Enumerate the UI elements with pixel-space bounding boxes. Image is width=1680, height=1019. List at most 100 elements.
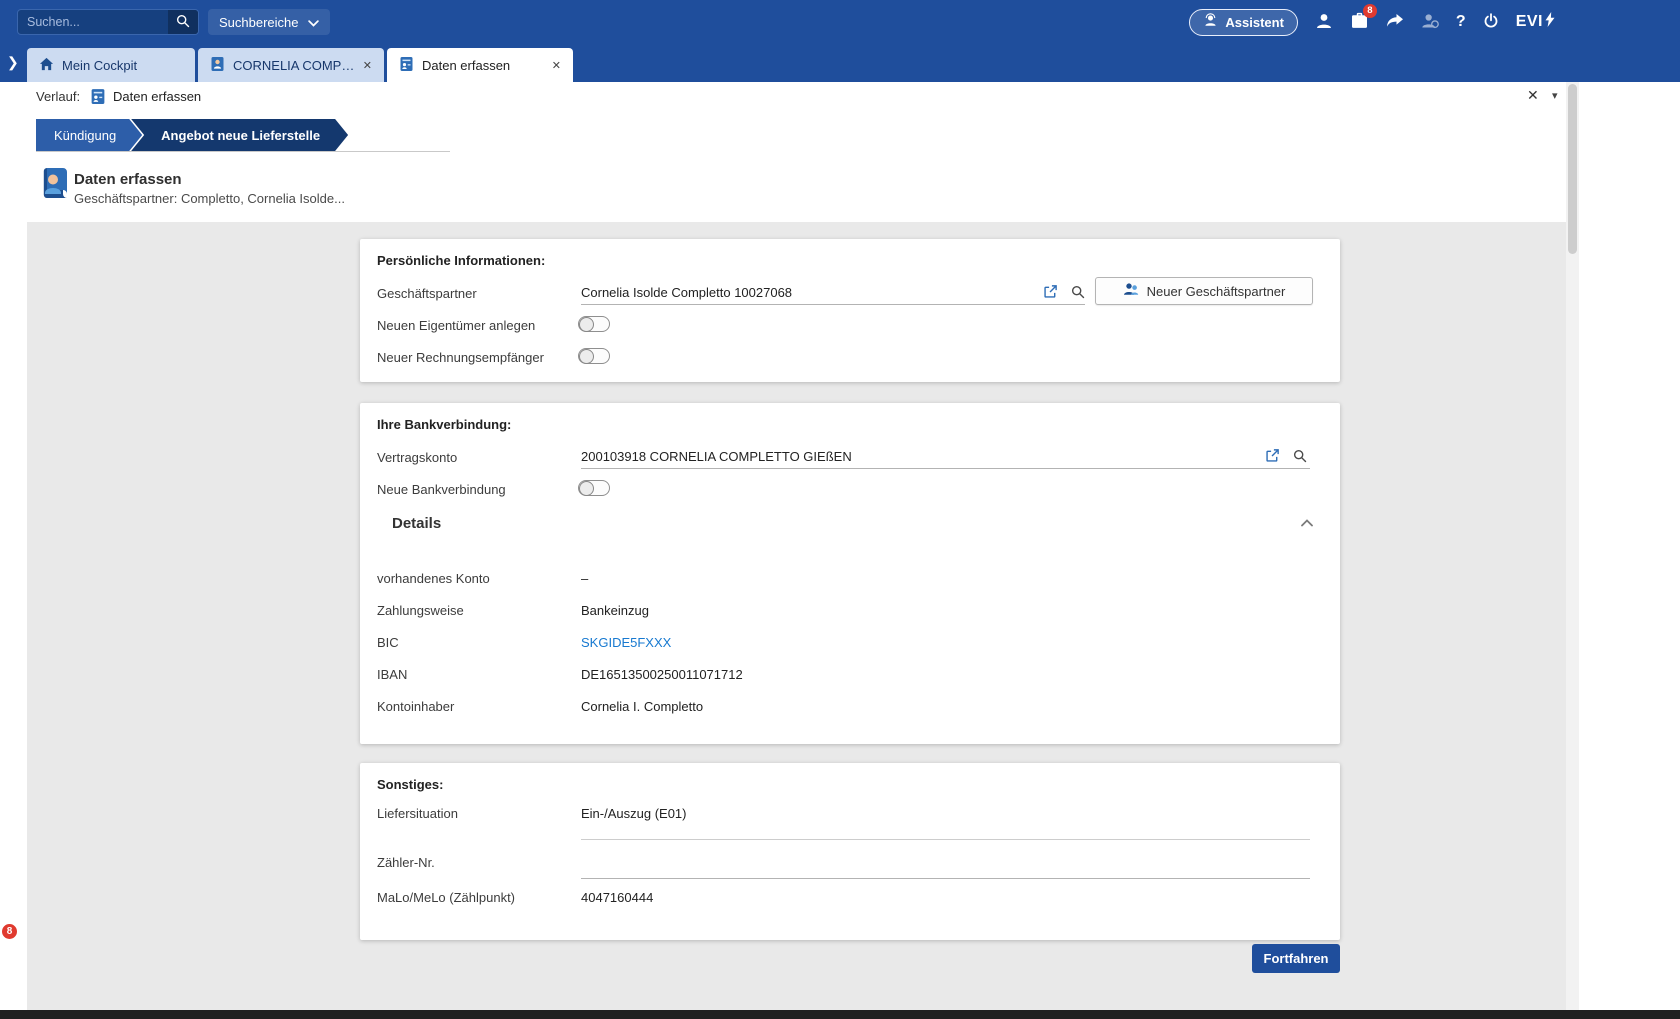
wizard-step-kuendigung[interactable]: Kündigung [36, 119, 142, 151]
delivery-situation-field[interactable]: Ein-/Auszug (E01) [581, 806, 687, 821]
section-title-bank: Ihre Bankverbindung: [377, 417, 511, 432]
detail-label: Kontoinhaber [377, 699, 454, 714]
tab-scroll-left-button[interactable]: ❯ [7, 54, 19, 71]
process-steps: Kündigung Angebot neue Lieferstelle Folg… [36, 119, 337, 151]
content-area: Persönliche Informationen: Geschäftspart… [27, 222, 1566, 1010]
window-bottom-edge [0, 1010, 1680, 1019]
history-doc-icon [90, 88, 106, 110]
forward-button[interactable] [1386, 13, 1404, 31]
brand-logo: EVI [1516, 12, 1555, 32]
malo-melo-value: 4047160444 [581, 890, 653, 905]
collapse-details-icon[interactable] [1301, 519, 1313, 527]
user-icon [1315, 12, 1333, 33]
tabbar: ❯ Mein Cockpit CORNELIA COMPLET... ✕ Dat… [0, 44, 1680, 82]
home-icon [39, 57, 54, 74]
new-owner-label: Neuen Eigentümer anlegen [377, 318, 535, 333]
user-button[interactable] [1315, 12, 1333, 33]
forward-arrow-icon [1386, 13, 1404, 31]
person-book-icon [38, 164, 72, 207]
contract-account-field[interactable]: 200103918 CORNELIA COMPLETTO GIEßEN [581, 449, 852, 464]
help-icon: ? [1456, 13, 1466, 31]
continue-button[interactable]: Fortfahren [1252, 944, 1340, 973]
meter-number-input[interactable] [581, 858, 1310, 878]
personal-info-card: Persönliche Informationen: Geschäftspart… [360, 239, 1340, 382]
logout-button[interactable] [1483, 13, 1499, 32]
field-underline [581, 468, 1310, 469]
history-label: Verlauf: [36, 89, 80, 104]
search-icon [176, 14, 190, 31]
tab-mein-cockpit[interactable]: Mein Cockpit [27, 48, 195, 82]
new-bank-label: Neue Bankverbindung [377, 482, 506, 497]
open-object-icon[interactable] [1265, 448, 1280, 463]
brand-text: EVI [1516, 13, 1543, 31]
value-help-search-icon[interactable] [1071, 285, 1085, 299]
tab-cornelia-completto[interactable]: CORNELIA COMPLET... ✕ [198, 48, 384, 82]
field-underline [581, 878, 1310, 879]
close-view-icon[interactable]: ✕ [1527, 87, 1539, 104]
detail-label: IBAN [377, 667, 407, 682]
step-label: Angebot neue Lieferstelle [161, 128, 320, 143]
topbar-actions: Assistent 8 ? EVI [1189, 0, 1555, 44]
new-business-partner-label: Neuer Geschäftspartner [1147, 284, 1286, 299]
add-partner-icon [1123, 282, 1139, 300]
search-button[interactable] [168, 10, 198, 34]
malo-melo-label: MaLo/MeLo (Zählpunkt) [377, 890, 515, 905]
contact-card-icon [210, 56, 225, 75]
inbox-button[interactable]: 8 [1350, 12, 1369, 32]
section-title-personal: Persönliche Informationen: [377, 253, 545, 268]
value-help-search-icon[interactable] [1293, 449, 1307, 463]
detail-value: DE16513500250011071712 [581, 667, 743, 682]
notification-badge: 8 [1363, 4, 1377, 18]
delivery-situation-label: Liefersituation [377, 806, 458, 821]
brand-bolt-icon [1545, 12, 1555, 32]
detail-value: Cornelia I. Completto [581, 699, 703, 714]
page-title: Daten erfassen [74, 171, 182, 188]
section-title-misc: Sonstiges: [377, 777, 443, 792]
scrollbar-thumb[interactable] [1568, 84, 1577, 254]
detail-value: Bankeinzug [581, 603, 649, 618]
detail-label: Zahlungsweise [377, 603, 464, 618]
history-current-item[interactable]: Daten erfassen [113, 89, 201, 104]
new-recipient-label: Neuer Rechnungsempfänger [377, 350, 544, 365]
new-owner-toggle[interactable] [578, 316, 610, 332]
detail-label: vorhandenes Konto [377, 571, 490, 586]
field-underline [581, 839, 1310, 840]
misc-card: Sonstiges: Liefersituation Ein-/Auszug (… [360, 763, 1340, 940]
close-icon[interactable]: ✕ [552, 59, 561, 72]
chevron-down-icon [308, 15, 319, 30]
vertical-scrollbar[interactable] [1566, 82, 1579, 1010]
topbar: Suchbereiche Assistent 8 ? [0, 0, 1680, 44]
history-bar: Verlauf: Daten erfassen ✕ ▾ [0, 82, 1680, 112]
power-icon [1483, 13, 1499, 32]
assistant-icon [1203, 13, 1218, 31]
business-partner-field[interactable]: Cornelia Isolde Completto 10027068 [581, 285, 792, 300]
wizard-step-angebot-neue-lieferstelle[interactable]: Angebot neue Lieferstelle [131, 119, 348, 151]
new-business-partner-button[interactable]: Neuer Geschäftspartner [1095, 277, 1313, 305]
tab-daten-erfassen[interactable]: Daten erfassen ✕ [387, 48, 573, 82]
assistant-label: Assistent [1225, 15, 1284, 30]
wizard-divider [36, 151, 450, 152]
bic-link[interactable]: SKGIDE5FXXX [581, 635, 671, 650]
agent-button[interactable] [1421, 12, 1439, 33]
bank-card: Ihre Bankverbindung: Vertragskonto 20010… [360, 403, 1340, 744]
detail-value: – [581, 571, 588, 586]
app-window: Suchbereiche Assistent 8 ? [0, 0, 1680, 1019]
history-dropdown-icon[interactable]: ▾ [1552, 89, 1558, 102]
agent-icon [1421, 12, 1439, 33]
open-object-icon[interactable] [1043, 284, 1058, 299]
new-bank-toggle[interactable] [578, 480, 610, 496]
open-tabs: Mein Cockpit CORNELIA COMPLET... ✕ Daten… [27, 48, 573, 82]
new-recipient-toggle[interactable] [578, 348, 610, 364]
step-label: Kündigung [54, 128, 116, 143]
assistant-button[interactable]: Assistent [1189, 9, 1298, 36]
step-label: Folgeaktionen [367, 128, 449, 143]
form-doc-icon [399, 56, 414, 75]
search-input[interactable] [18, 10, 168, 34]
contract-account-label: Vertragskonto [377, 450, 457, 465]
business-partner-label: Geschäftspartner [377, 286, 477, 301]
search-areas-button[interactable]: Suchbereiche [208, 9, 330, 35]
close-icon[interactable]: ✕ [363, 59, 372, 72]
page-subtitle: Geschäftspartner: Completto, Cornelia Is… [74, 191, 345, 206]
help-button[interactable]: ? [1456, 13, 1466, 31]
global-search [17, 9, 199, 35]
